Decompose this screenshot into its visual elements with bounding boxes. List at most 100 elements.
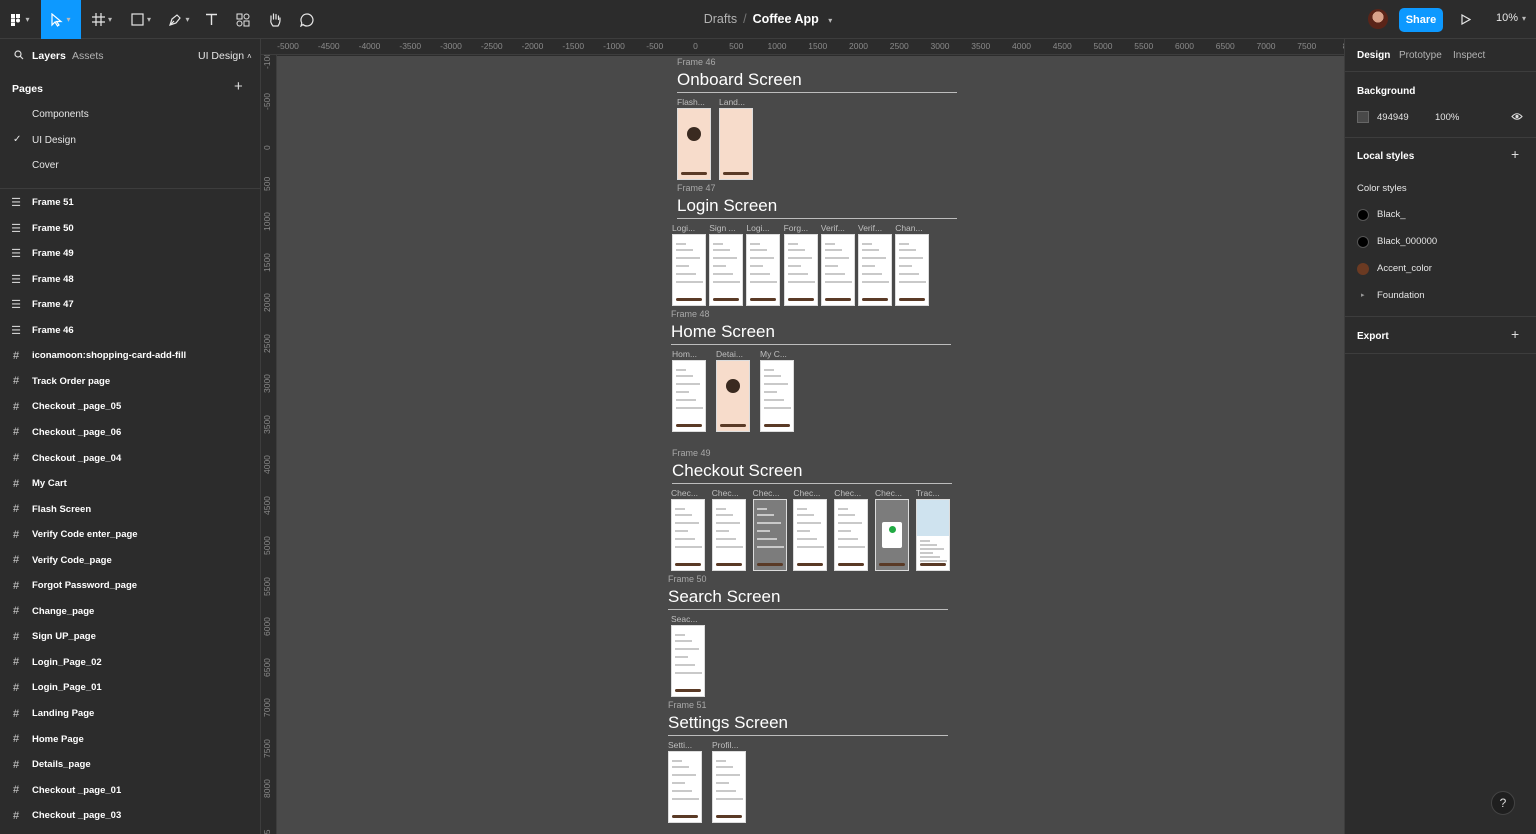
present-button[interactable]: [1456, 0, 1476, 39]
frame-label[interactable]: Frame 46: [677, 57, 716, 67]
screen-thumbnail[interactable]: [677, 108, 711, 180]
page-item[interactable]: Components: [32, 109, 89, 120]
screen-thumbnail[interactable]: [671, 625, 705, 697]
screen-label[interactable]: Flash...: [677, 97, 713, 107]
tab-layers[interactable]: Layers: [32, 50, 66, 62]
screen-label[interactable]: Profil...: [712, 740, 748, 750]
design-canvas[interactable]: Frame 46 Onboard Screen Flash... Land... Fra…: [277, 56, 1344, 834]
text-tool-button[interactable]: [200, 0, 222, 39]
pen-tool-button[interactable]: ▾: [163, 0, 195, 39]
screen-thumbnail[interactable]: [760, 360, 794, 432]
frame-label[interactable]: Frame 47: [677, 183, 716, 193]
zoom-menu[interactable]: 10% ▾: [1496, 12, 1526, 24]
section-title[interactable]: Checkout Screen: [672, 461, 802, 481]
layer-row[interactable]: # Landing Page: [0, 701, 260, 726]
screen-label[interactable]: My C...: [760, 349, 796, 359]
page-switcher[interactable]: UI Design ˄: [198, 50, 252, 62]
screen-thumbnail[interactable]: [858, 234, 892, 306]
screen-label[interactable]: Chan...: [895, 223, 931, 233]
breadcrumb-drafts[interactable]: Drafts: [704, 12, 737, 26]
section-title[interactable]: Home Screen: [671, 322, 775, 342]
help-button[interactable]: ?: [1491, 791, 1515, 815]
section-title[interactable]: Search Screen: [668, 587, 780, 607]
layer-row[interactable]: # My Cart: [0, 471, 260, 496]
hand-tool-button[interactable]: [264, 0, 286, 39]
page-item[interactable]: UI Design: [32, 135, 76, 146]
layer-row[interactable]: # Checkout _page_01: [0, 778, 260, 803]
screen-label[interactable]: Logi...: [746, 223, 782, 233]
screen-label[interactable]: Hom...: [672, 349, 708, 359]
screen-label[interactable]: Chec...: [793, 488, 829, 498]
screen-thumbnail[interactable]: [712, 751, 746, 823]
eye-icon[interactable]: [1511, 112, 1523, 121]
layer-row[interactable]: # iconamoon:shopping-card-add-fill: [0, 343, 260, 368]
layer-row[interactable]: # Change_page: [0, 599, 260, 624]
layer-row[interactable]: # Flash Screen: [0, 497, 260, 522]
screen-thumbnail[interactable]: [709, 234, 744, 306]
shape-tool-button[interactable]: ▾: [125, 0, 157, 39]
layer-row[interactable]: ☰ Frame 48: [0, 267, 260, 292]
screen-thumbnail[interactable]: [711, 499, 746, 571]
frame-label[interactable]: Frame 50: [668, 574, 707, 584]
layer-row[interactable]: ☰ Frame 51: [0, 190, 260, 215]
chevron-down-icon[interactable]: ▾: [828, 16, 832, 25]
layer-row[interactable]: # Checkout _page_05: [0, 394, 260, 419]
layer-row[interactable]: # Sign UP_page: [0, 624, 260, 649]
screen-label[interactable]: Chec...: [712, 488, 748, 498]
share-button[interactable]: Share: [1399, 8, 1443, 32]
frame-tool-button[interactable]: ▾: [86, 0, 118, 39]
file-name[interactable]: Coffee App: [753, 12, 819, 26]
screen-label[interactable]: Land...: [719, 97, 755, 107]
layer-row[interactable]: # Details_page: [0, 752, 260, 777]
chevron-right-icon[interactable]: ▸: [1361, 291, 1365, 299]
screen-label[interactable]: Verif...: [821, 223, 857, 233]
resources-tool-button[interactable]: [232, 0, 254, 39]
screen-label[interactable]: Chec...: [753, 488, 789, 498]
tab-design[interactable]: Design: [1357, 50, 1390, 61]
layer-row[interactable]: # Home Page: [0, 727, 260, 752]
layer-row[interactable]: # Login_Page_02: [0, 650, 260, 675]
screen-thumbnail[interactable]: [793, 499, 828, 571]
add-page-icon[interactable]: +: [234, 78, 243, 95]
screen-thumbnail[interactable]: [746, 234, 781, 306]
screen-thumbnail[interactable]: [668, 751, 702, 823]
color-style-name[interactable]: Black_000000: [1377, 236, 1437, 247]
screen-thumbnail[interactable]: [895, 234, 930, 306]
section-title[interactable]: Onboard Screen: [677, 70, 802, 90]
screen-label[interactable]: Setti...: [668, 740, 704, 750]
layer-row[interactable]: # Login_Page_01: [0, 675, 260, 700]
screen-thumbnail[interactable]: [783, 234, 818, 306]
section-title[interactable]: Login Screen: [677, 196, 777, 216]
frame-label[interactable]: Frame 48: [671, 309, 710, 319]
avatar[interactable]: [1368, 9, 1388, 29]
page-item[interactable]: Cover: [32, 160, 59, 171]
screen-label[interactable]: Chec...: [671, 488, 707, 498]
screen-thumbnail[interactable]: [752, 499, 787, 571]
layer-row[interactable]: # Checkout _page_06: [0, 420, 260, 445]
layer-row[interactable]: # Forgot Password_page: [0, 573, 260, 598]
layer-row[interactable]: # Track Order page: [0, 369, 260, 394]
color-swatch[interactable]: [1357, 263, 1369, 275]
screen-thumbnail[interactable]: [672, 234, 706, 306]
comment-tool-button[interactable]: [296, 0, 318, 39]
layer-row[interactable]: # Verify Code enter_page: [0, 522, 260, 547]
screen-thumbnail[interactable]: [671, 499, 705, 571]
screen-thumbnail[interactable]: [915, 499, 950, 571]
screen-thumbnail[interactable]: [820, 234, 855, 306]
screen-label[interactable]: Sign ...: [709, 223, 745, 233]
add-style-icon[interactable]: +: [1511, 146, 1519, 162]
layer-row[interactable]: # Verify Code_page: [0, 548, 260, 573]
frame-label[interactable]: Frame 51: [668, 700, 707, 710]
background-hex-input[interactable]: 494949: [1377, 112, 1409, 123]
add-export-icon[interactable]: +: [1511, 326, 1519, 342]
screen-label[interactable]: Forg...: [784, 223, 820, 233]
background-opacity-input[interactable]: 100%: [1435, 112, 1459, 123]
screen-thumbnail[interactable]: [672, 360, 706, 432]
screen-label[interactable]: Verif...: [858, 223, 894, 233]
screen-thumbnail[interactable]: [716, 360, 750, 432]
tab-assets[interactable]: Assets: [72, 50, 104, 62]
background-swatch[interactable]: [1357, 111, 1369, 123]
layer-row[interactable]: ☰ Frame 50: [0, 216, 260, 241]
screen-label[interactable]: Trac...: [916, 488, 952, 498]
main-menu-button[interactable]: ▾: [0, 0, 40, 39]
